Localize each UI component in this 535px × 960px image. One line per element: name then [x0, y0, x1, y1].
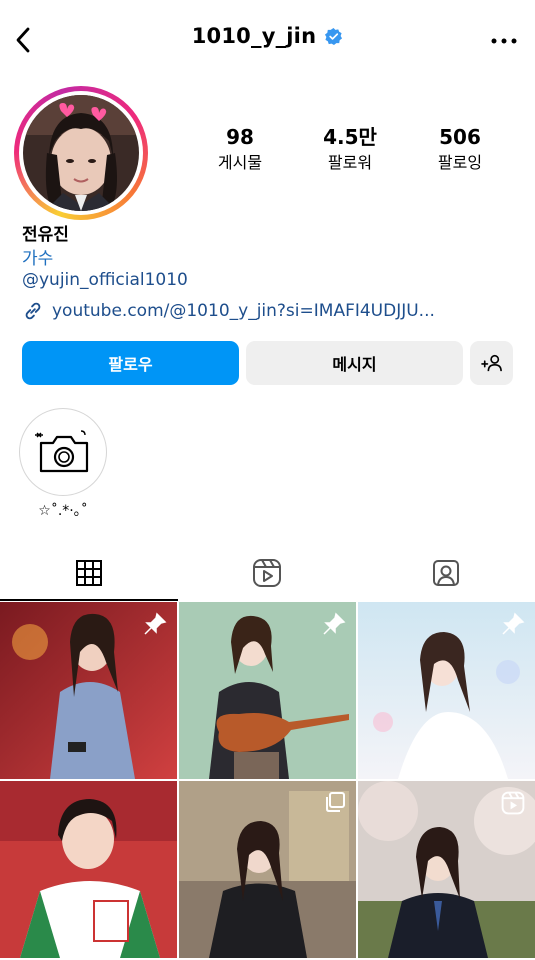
story-highlight[interactable] — [19, 408, 107, 496]
stats-row: 98 게시물 4.5만 팔로워 506 팔로잉 — [190, 124, 510, 174]
posts-count: 98 — [226, 125, 254, 149]
avatar — [23, 95, 139, 211]
following-count: 506 — [439, 125, 481, 149]
followers-count: 4.5만 — [323, 125, 377, 149]
post-thumbnail[interactable] — [0, 602, 177, 779]
profile-name: 전유진 — [22, 225, 69, 245]
tab-reels[interactable] — [178, 545, 356, 601]
pin-icon — [502, 612, 525, 635]
avatar-frame — [19, 91, 143, 215]
followers-stat[interactable]: 4.5만 팔로워 — [300, 124, 400, 174]
story-ring[interactable] — [14, 86, 148, 220]
reels-icon — [501, 791, 525, 815]
following-stat[interactable]: 506 팔로잉 — [410, 124, 510, 174]
reels-icon — [253, 559, 282, 587]
pin-icon — [144, 612, 167, 635]
bio-link[interactable]: youtube.com/@1010_y_jin?si=IMAFI4UDJJU..… — [22, 300, 435, 322]
post-thumbnail[interactable] — [179, 602, 356, 779]
username-title: 1010_y_jin — [191, 24, 317, 48]
grid-icon — [76, 560, 103, 586]
followers-label: 팔로워 — [327, 153, 373, 172]
following-label: 팔로잉 — [437, 153, 483, 172]
pin-icon — [323, 612, 346, 635]
posts-label: 게시물 — [217, 153, 263, 172]
title-wrap: 1010_y_jin — [0, 24, 535, 48]
suggested-users-button[interactable] — [470, 341, 513, 385]
message-button[interactable]: 메시지 — [246, 341, 463, 385]
tagged-icon — [432, 560, 459, 586]
profile-tabs — [0, 545, 535, 601]
post-image — [0, 781, 177, 958]
profile-category[interactable]: 가수 — [22, 244, 53, 269]
camera-doodle-icon — [35, 430, 89, 473]
profile-header: 1010_y_jin — [0, 0, 535, 80]
post-thumbnail[interactable] — [358, 781, 535, 958]
more-options-button[interactable] — [489, 26, 519, 56]
multi-post-icon — [326, 792, 345, 812]
tab-posts[interactable] — [0, 545, 179, 601]
highlight-label: ☆˚.*·｡˚ — [38, 503, 88, 519]
post-grid — [0, 602, 535, 958]
add-person-icon — [480, 354, 502, 372]
verified-badge-icon — [325, 27, 343, 45]
post-thumbnail[interactable] — [358, 602, 535, 779]
mentioned-handle[interactable]: @yujin_official1010 — [22, 270, 188, 290]
post-thumbnail[interactable] — [179, 781, 356, 958]
post-thumbnail[interactable] — [0, 781, 177, 958]
more-horizontal-icon — [491, 38, 517, 44]
tab-tagged[interactable] — [357, 545, 535, 601]
bio-link-text: youtube.com/@1010_y_jin?si=IMAFI4UDJJU..… — [52, 301, 435, 321]
posts-stat[interactable]: 98 게시물 — [190, 124, 290, 174]
follow-button[interactable]: 팔로우 — [22, 341, 239, 385]
link-icon — [25, 302, 41, 320]
